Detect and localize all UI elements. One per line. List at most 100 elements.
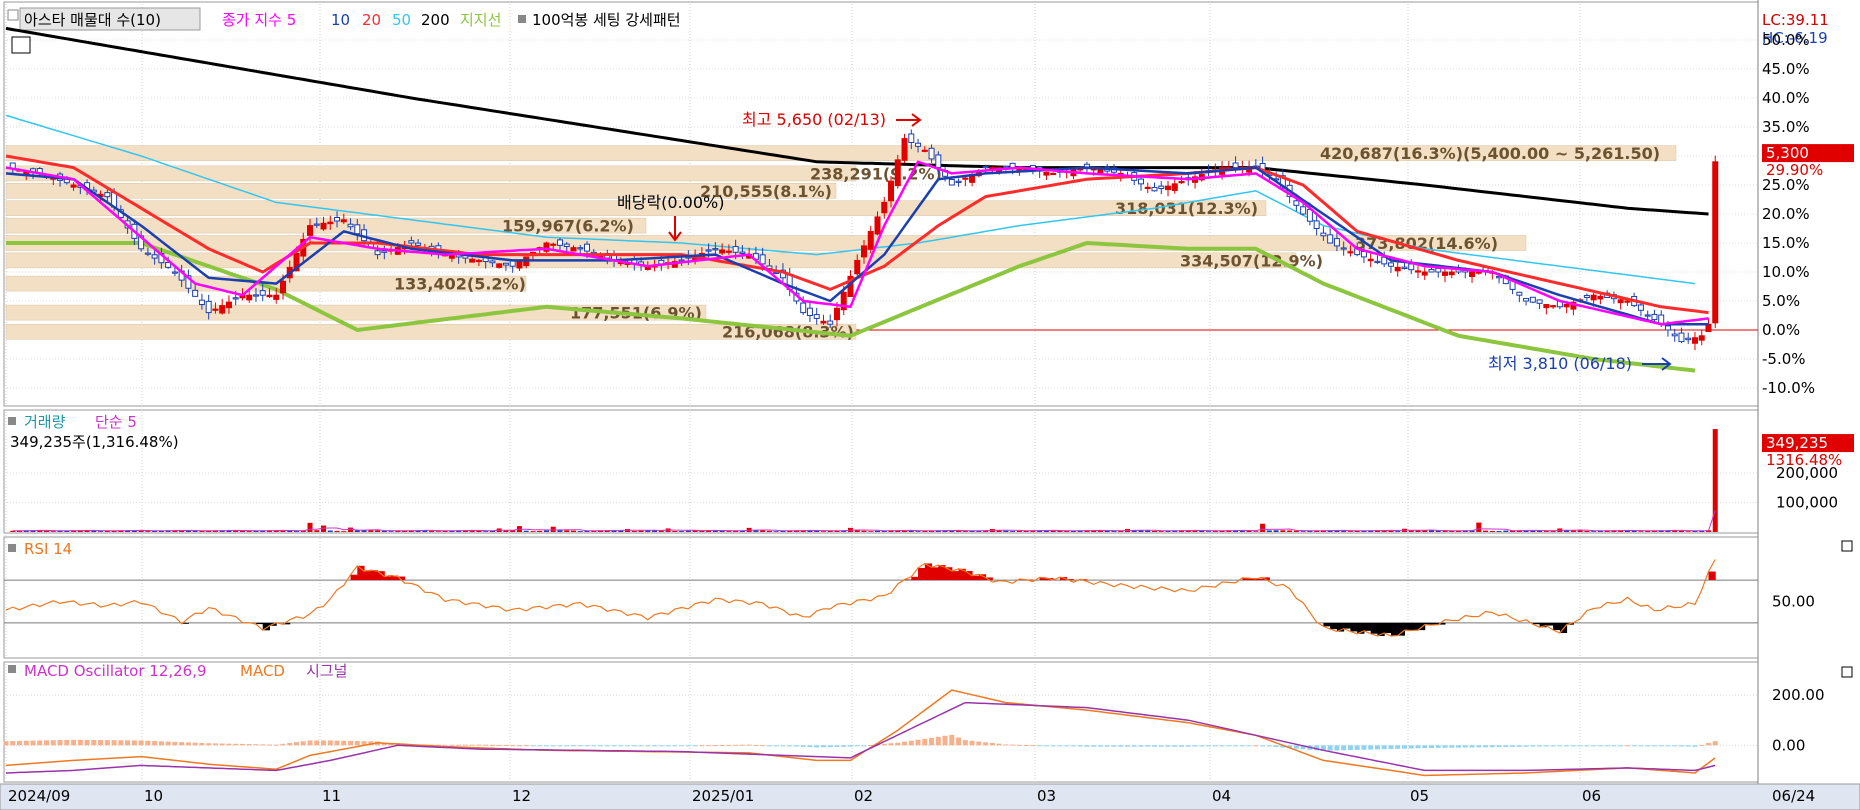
candle-body xyxy=(1300,206,1307,215)
stock-chart[interactable]: 아스타 매물대 수(10) 종가 지수 5 10 20 50 200 지지선 1… xyxy=(0,0,1860,810)
macd-osc-bar xyxy=(449,744,455,746)
candle-body xyxy=(1597,295,1604,300)
price-tick-label: 15.0% xyxy=(1762,234,1810,252)
volume-bar xyxy=(1003,530,1009,532)
macd-osc-bar xyxy=(1050,745,1056,747)
candle-body xyxy=(563,243,570,247)
volume-bar xyxy=(631,531,637,532)
volume-profile-label: 420,687(16.3%)(5,400.00 ~ 5,261.50) xyxy=(1320,144,1660,163)
macd-osc-bar xyxy=(1192,745,1198,747)
volume-bar xyxy=(483,531,489,532)
macd-osc-bar xyxy=(1577,745,1583,747)
volume-bar xyxy=(1287,530,1293,532)
macd-osc-bar xyxy=(483,744,489,746)
candle-body xyxy=(266,294,273,298)
candle-body xyxy=(1651,313,1658,321)
volume-bar xyxy=(1577,530,1583,532)
macd-osc-bar xyxy=(1537,745,1543,747)
candle-body xyxy=(1097,169,1104,174)
macd-osc-bar xyxy=(699,745,705,747)
macd-osc-bar xyxy=(165,741,171,746)
rsi-close-icon[interactable] xyxy=(1841,540,1853,552)
candle-body xyxy=(1394,266,1401,272)
macd-osc-bar xyxy=(1219,745,1225,747)
macd-osc-bar xyxy=(273,744,279,746)
macd-osc-bar xyxy=(280,743,286,746)
macd-osc-bar xyxy=(104,740,110,746)
x-axis-label: 10 xyxy=(144,787,163,805)
macd-osc-bar xyxy=(564,745,570,747)
candle-body xyxy=(874,216,881,235)
volume-profile-label: 334,507(12.9%) xyxy=(1180,251,1323,270)
volume-profile-band xyxy=(5,165,857,182)
volume-bar xyxy=(1057,531,1063,532)
macd-osc-bar xyxy=(1456,745,1462,748)
grid-menu-icon[interactable] xyxy=(11,36,31,54)
macd-osc-bar xyxy=(44,740,50,746)
volume-bar xyxy=(550,526,556,532)
candle-body xyxy=(1151,186,1158,192)
rsi-oversold-fill xyxy=(1330,622,1338,630)
volume-bar xyxy=(1206,531,1212,532)
candle-body xyxy=(881,201,888,214)
last-pct-text: 29.90% xyxy=(1766,161,1823,179)
volume-bar xyxy=(726,531,732,532)
macd-osc-bar xyxy=(692,745,698,747)
macd-osc-bar xyxy=(503,744,509,746)
macd-osc-bar xyxy=(847,745,853,747)
macd-osc-bar xyxy=(611,745,617,747)
macd-osc-bar xyxy=(294,742,300,746)
macd-osc-bar xyxy=(1415,745,1421,749)
macd-osc-bar xyxy=(1233,745,1239,747)
macd-osc-bar xyxy=(246,744,252,746)
candle-body xyxy=(915,142,922,147)
volume-bar xyxy=(1638,531,1644,532)
macd-osc-bar xyxy=(861,745,867,747)
volume-bar xyxy=(1260,523,1266,532)
volume-bar xyxy=(1158,531,1164,532)
candle-body xyxy=(1583,295,1590,299)
macd-osc-bar xyxy=(1064,745,1070,747)
macd-osc-bar xyxy=(1428,745,1434,748)
macd-close-icon[interactable] xyxy=(1841,666,1853,678)
price-tick-label: -10.0% xyxy=(1762,379,1815,397)
candle-body xyxy=(1137,178,1144,185)
candle-body xyxy=(1347,251,1354,254)
volume-bar xyxy=(1152,530,1158,532)
candle-body xyxy=(502,262,509,266)
macd-osc-bar xyxy=(854,745,860,747)
volume-bar xyxy=(1253,531,1259,532)
panel-toggle-icon[interactable] xyxy=(7,9,19,21)
macd-osc-bar xyxy=(1266,745,1272,747)
volume-bar xyxy=(1010,531,1016,532)
volume-bar xyxy=(246,531,252,532)
macd-osc-bar xyxy=(1212,745,1218,747)
macd-osc-bar xyxy=(570,745,576,747)
macd-osc-bar xyxy=(1442,745,1448,748)
macd-osc-bar xyxy=(929,737,935,746)
candle-body xyxy=(1050,172,1057,176)
macd-osc-bar xyxy=(1678,745,1684,747)
background xyxy=(0,0,1860,810)
macd-osc-bar xyxy=(321,740,327,746)
volume-bar xyxy=(1483,530,1489,532)
macd-osc-bar xyxy=(672,745,678,747)
macd-osc-bar xyxy=(1111,745,1117,747)
rsi-oversold-fill xyxy=(1323,622,1331,627)
x-axis-label: 2025/01 xyxy=(692,787,754,805)
macd-osc-bar xyxy=(618,745,624,747)
candle-body xyxy=(584,243,591,252)
rsi-oversold-fill xyxy=(1370,622,1378,634)
macd-osc-bar xyxy=(942,735,948,746)
candle-body xyxy=(1712,161,1719,324)
candle-body xyxy=(1360,250,1367,258)
candle-body xyxy=(1435,267,1442,273)
macd-osc-bar xyxy=(1016,744,1022,746)
macd-osc-bar xyxy=(733,744,739,746)
macd-osc-bar xyxy=(1435,745,1441,748)
macd-tick-label: 200.00 xyxy=(1772,686,1825,704)
volume-bar xyxy=(375,530,381,532)
macd-osc-bar xyxy=(1388,745,1394,750)
x-axis-label: 05 xyxy=(1410,787,1429,805)
volume-bar xyxy=(1273,530,1279,532)
